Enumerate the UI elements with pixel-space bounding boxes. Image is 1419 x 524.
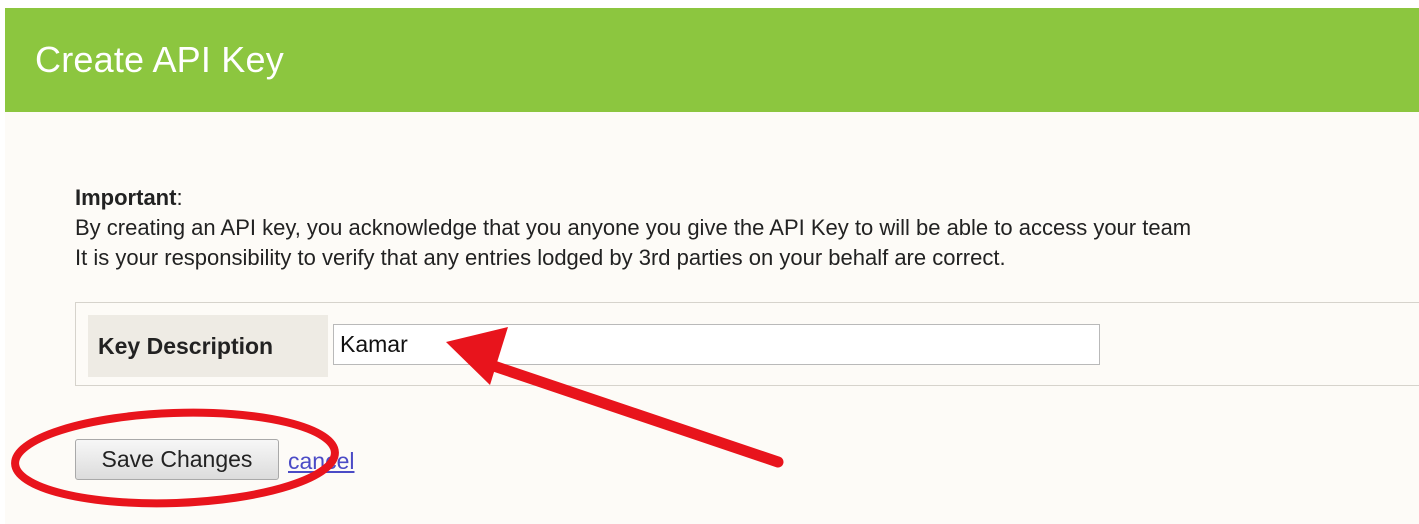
page-header: Create API Key: [5, 8, 1419, 112]
page-title: Create API Key: [35, 39, 284, 80]
cancel-link[interactable]: cancel: [288, 448, 354, 475]
important-notice: Important: By creating an API key, you a…: [75, 183, 1419, 273]
key-form: Key Description: [75, 302, 1419, 386]
key-description-label: Key Description: [98, 333, 274, 359]
notice-line-1: By creating an API key, you acknowledge …: [75, 215, 1192, 240]
notice-heading: Important:: [75, 183, 1419, 213]
notice-line-2: It is your responsibility to verify that…: [75, 245, 1006, 270]
key-description-label-cell: Key Description: [88, 315, 328, 377]
notice-title: Important: [75, 185, 177, 210]
save-changes-button[interactable]: Save Changes: [75, 439, 279, 480]
page: Create API Key Important: By creating an…: [0, 0, 1419, 524]
key-description-input[interactable]: [333, 324, 1100, 365]
notice-title-colon: :: [176, 185, 183, 210]
